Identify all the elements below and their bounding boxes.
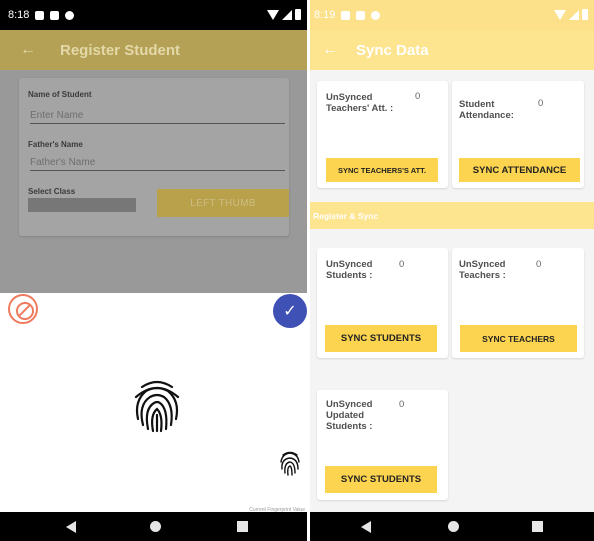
page-title: Register Student (60, 41, 181, 59)
app-notification-icon (371, 10, 381, 20)
select-class-label: Select Class (28, 187, 76, 196)
unsynced-count: 0 (399, 259, 405, 270)
card-label-line: UnSynced (459, 259, 506, 270)
sync-data-screen: 8:19 ← Sync Data UnSynced Teachers' Att.… (310, 0, 594, 541)
back-arrow-icon[interactable]: ← (20, 41, 36, 59)
register-student-screen: 8:18 ← Register Student Name of Student … (0, 0, 307, 541)
left-thumb-button[interactable]: LEFT THUMB (157, 189, 289, 217)
section-label: Register & Sync (313, 211, 379, 221)
cancel-slash (18, 303, 32, 317)
notification-icon (341, 10, 351, 20)
status-bar: 8:19 (310, 0, 594, 30)
unsynced-count: 0 (415, 91, 421, 102)
sync-card-teachers-attendance: UnSynced Teachers' Att. : 0 SYNC TEACHER… (317, 81, 448, 188)
father-name-label: Father's Name (28, 140, 83, 149)
section-header: Register & Sync (310, 202, 594, 229)
status-time: 8:19 (314, 9, 336, 21)
back-arrow-icon[interactable]: ← (322, 41, 338, 59)
card-label-line: Student (459, 99, 495, 110)
nav-home-icon[interactable] (150, 521, 161, 532)
card-label: UnSynced Students : (326, 259, 372, 281)
status-bar: 8:18 (0, 0, 307, 30)
fingerprint-preview-icon (280, 451, 300, 476)
card-label: UnSynced Teachers : (459, 259, 506, 281)
app-bar: ← Register Student (0, 30, 307, 70)
nav-recent-icon[interactable] (532, 521, 543, 532)
unsynced-count: 0 (399, 399, 405, 410)
sync-updated-students-button[interactable]: SYNC STUDENTS (325, 466, 437, 493)
card-label-line: Teachers' Att. : (326, 103, 394, 114)
signal-icon (569, 9, 579, 20)
nav-back-icon[interactable] (361, 521, 371, 533)
status-time: 8:18 (8, 9, 30, 21)
signal-icon (282, 9, 292, 20)
sync-teachers-attendance-button[interactable]: SYNC TEACHERS'S ATT. (326, 158, 438, 182)
app-notification-icon (65, 10, 75, 20)
class-dropdown[interactable] (28, 198, 136, 212)
sync-teachers-button[interactable]: SYNC TEACHERS (460, 325, 577, 352)
card-label: UnSynced Updated Students : (326, 399, 372, 432)
card-label-line: UnSynced (326, 92, 373, 103)
status-indicators (267, 9, 301, 20)
card-label-line: Updated (326, 410, 364, 421)
fingerprint-dialog: ✓ Current Fingerprint Value (0, 293, 307, 513)
sim-card-icon (50, 10, 60, 20)
screenshot-root: 8:18 ← Register Student Name of Student … (0, 0, 594, 541)
sync-card-updated-students: UnSynced Updated Students : 0 SYNC STUDE… (317, 390, 448, 500)
form-area: Name of Student Enter Name Father's Name… (0, 70, 307, 293)
nav-home-icon[interactable] (448, 521, 459, 532)
wifi-icon (267, 9, 279, 20)
card-label-line: UnSynced (326, 399, 373, 410)
card-label-line: Students : (326, 270, 373, 281)
navigation-bar (310, 512, 594, 541)
sim-card-icon (356, 10, 366, 20)
page-title: Sync Data (356, 41, 429, 59)
sync-attendance-button[interactable]: SYNC ATTENDANCE (459, 158, 580, 182)
card-label: Student Attendance: (459, 99, 514, 121)
card-label-line: UnSynced (326, 259, 373, 270)
fingerprint-icon (134, 380, 180, 433)
unsynced-count: 0 (536, 259, 542, 270)
unsynced-count: 0 (538, 98, 544, 109)
student-name-label: Name of Student (28, 90, 92, 99)
sync-card-student-attendance: Student Attendance: 0 SYNC ATTENDANCE (452, 81, 584, 188)
card-label-line: Teachers : (459, 270, 506, 281)
father-name-input[interactable]: Father's Name (30, 157, 285, 171)
nav-back-icon[interactable] (66, 521, 76, 533)
nav-recent-icon[interactable] (237, 521, 248, 532)
battery-icon (582, 9, 588, 20)
sync-card-teachers: UnSynced Teachers : 0 SYNC TEACHERS (452, 248, 584, 358)
card-label-line: Students : (326, 421, 373, 432)
cancel-icon[interactable] (8, 294, 38, 324)
notification-icon (35, 10, 45, 20)
wifi-icon (554, 9, 566, 20)
app-bar: ← Sync Data (310, 30, 594, 70)
navigation-bar (0, 512, 307, 541)
register-form-card: Name of Student Enter Name Father's Name… (19, 78, 289, 236)
check-icon[interactable]: ✓ (273, 294, 307, 328)
card-label: UnSynced Teachers' Att. : (326, 92, 393, 114)
card-label-line: Attendance: (459, 110, 514, 121)
sync-card-students: UnSynced Students : 0 SYNC STUDENTS (317, 248, 448, 358)
battery-icon (295, 9, 301, 20)
student-name-input[interactable]: Enter Name (30, 110, 285, 124)
sync-students-button[interactable]: SYNC STUDENTS (325, 325, 437, 352)
status-indicators (554, 9, 588, 20)
